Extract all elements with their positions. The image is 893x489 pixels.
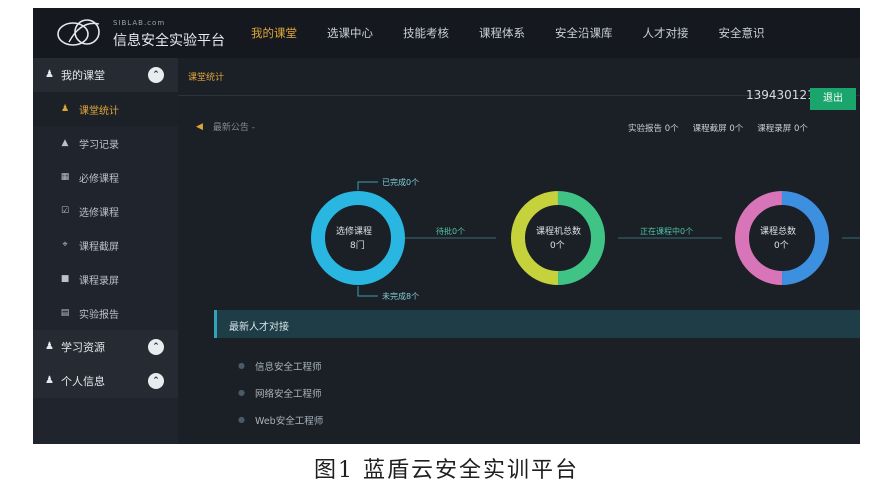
lab-report-count: 实验报告 0个	[628, 124, 679, 134]
logout-button[interactable]: 退出	[810, 88, 856, 110]
recording-count: 课程录屏 0个	[757, 124, 808, 134]
ring-label: 课程总数	[760, 225, 796, 237]
stats-chart: 待批0个 正在课程中0个 已完成0个未完成8个 选修课程 8门 课程机总数 0个 课程总数…	[311, 177, 860, 301]
breadcrumb[interactable]: 课堂统计	[188, 70, 224, 83]
sidebar-item-class-stats[interactable]: ♟ 课堂统计	[33, 92, 178, 126]
brand-logo[interactable]: SIBLAB.com 信息安全实验平台	[55, 14, 265, 54]
bullet-icon: ●	[238, 361, 245, 370]
nav-skill-assessment[interactable]: 技能考核	[403, 25, 449, 41]
figure-caption: 图1 蓝盾云安全实训平台	[314, 458, 579, 483]
connector-label: 正在课程中0个	[640, 226, 693, 236]
sidebar-group-label: 学习资源	[61, 341, 105, 354]
ring-sublabel: 0个	[774, 240, 789, 251]
chevron-up-icon[interactable]: ⌃	[148, 67, 164, 83]
sidebar-item-study-records[interactable]: ▲ 学习记录	[33, 126, 178, 160]
top-navbar: SIBLAB.com 信息安全实验平台 我的课堂 选课中心 技能考核 课程体系 …	[33, 8, 860, 58]
bullet-icon: ●	[238, 415, 245, 424]
sidebar-item-label: 选修课程	[79, 207, 119, 219]
book-icon: ▦	[60, 172, 70, 182]
user-icon: ♟	[60, 104, 70, 114]
report-icon: ▤	[60, 308, 70, 318]
sidebar-item-required-courses[interactable]: ▦ 必修课程	[33, 160, 178, 194]
nav-security-awareness[interactable]: 安全意识	[719, 25, 765, 41]
sidebar-item-label: 学习记录	[79, 139, 119, 151]
sidebar-item-label: 必修课程	[79, 173, 119, 185]
callout-line	[357, 286, 378, 297]
stats-counts: 实验报告 0个 课程截屏 0个 课程录屏 0个	[628, 122, 822, 134]
sidebar-group-personal-info[interactable]: ♟ 个人信息 ⌃	[33, 364, 178, 398]
sidebar-item-elective-courses[interactable]: ☑ 选修课程	[33, 194, 178, 228]
nav-course-system[interactable]: 课程体系	[479, 25, 525, 41]
list-item[interactable]: ● 信息安全工程师	[238, 352, 323, 379]
nav-security-library[interactable]: 安全沿课库	[555, 25, 613, 41]
talent-label: 网络安全工程师	[254, 388, 322, 400]
ring-label: 课程机总数	[536, 225, 581, 237]
sidebar-item-label: 课堂统计	[79, 105, 119, 117]
sidebar-item-lab-reports[interactable]: ▤ 实验报告	[33, 296, 178, 330]
talent-label: Web安全工程师	[254, 415, 324, 427]
ring-segment	[311, 191, 405, 285]
sidebar-item-label: 课程截屏	[79, 241, 119, 253]
user-icon: ♟	[45, 375, 54, 386]
ring-segment	[557, 191, 606, 285]
notice-text: 最新公告 -	[212, 123, 256, 133]
talent-list: ● 信息安全工程师 ● 网络安全工程师 ● Web安全工程师	[238, 352, 323, 433]
sidebar-item-course-recordings[interactable]: ■ 课程录屏	[33, 262, 178, 296]
sidebar-item-course-screenshots[interactable]: ⌖ 课程截屏	[33, 228, 178, 262]
ring-sublabel: 0个	[550, 240, 565, 251]
ring-sublabel: 8门	[350, 239, 365, 251]
sidebar-item-label: 课程录屏	[79, 275, 119, 287]
user-icon: ♟	[45, 69, 54, 80]
sidebar-group-label: 我的课堂	[61, 69, 105, 82]
nav-talent-connect[interactable]: 人才对接	[643, 25, 689, 41]
list-item[interactable]: ● Web安全工程师	[238, 406, 323, 433]
graduation-icon: ▲	[61, 138, 69, 148]
ring-label: 选修课程	[336, 225, 372, 237]
sidebar-group-label: 个人信息	[61, 375, 105, 388]
speaker-icon: ◀	[196, 121, 203, 132]
notice-bar: ◀ 最新公告 -	[196, 120, 256, 134]
sidebar-group-my-class[interactable]: ♟ 我的课堂 ⌃	[33, 58, 178, 92]
nav-my-class[interactable]: 我的课堂	[251, 25, 297, 41]
video-icon: ■	[60, 274, 70, 284]
screenshot-count: 课程截屏 0个	[692, 124, 744, 134]
ring-segment	[734, 191, 783, 285]
brand-logo-icon	[57, 19, 100, 46]
main-nav: 我的课堂 选课中心 技能考核 课程体系 安全沿课库 人才对接 安全意识	[251, 8, 795, 58]
sidebar-item-label: 实验报告	[79, 309, 119, 321]
talent-label: 信息安全工程师	[254, 361, 322, 373]
section-header: 最新人才对接	[214, 310, 860, 338]
chevron-up-icon[interactable]: ⌃	[148, 339, 164, 355]
connector-label: 待批0个	[436, 226, 465, 236]
crop-icon: ⌖	[62, 240, 68, 250]
sidebar-group-study-resources[interactable]: ♟ 学习资源 ⌃	[33, 330, 178, 364]
ring-callout: 已完成0个	[382, 177, 419, 187]
sidebar: ♟ 我的课堂 ⌃ ♟ 课堂统计 ▲ 学习记录 ▦ 必修课程 ☑ 选修课程 ⌖ 课…	[33, 58, 178, 444]
callout-line	[357, 181, 378, 190]
brand-domain: SIBLAB.com	[113, 19, 166, 27]
nav-course-center[interactable]: 选课中心	[327, 25, 373, 41]
ring-segment	[510, 191, 559, 285]
main-content: 课堂统计 1394301218 退出 ◀ 最新公告 - 实验报告 0个 课程截屏…	[178, 58, 860, 444]
bullet-icon: ●	[238, 388, 245, 397]
user-icon: ♟	[45, 341, 54, 352]
ring-callout: 未完成8个	[382, 291, 419, 301]
list-item[interactable]: ● 网络安全工程师	[238, 379, 323, 406]
chevron-up-icon[interactable]: ⌃	[148, 373, 164, 389]
section-title: 最新人才对接	[229, 322, 289, 333]
ring-segment	[781, 191, 830, 285]
brand-name: 信息安全实验平台	[113, 33, 225, 49]
app-window: SIBLAB.com 信息安全实验平台 我的课堂 选课中心 技能考核 课程体系 …	[33, 8, 860, 444]
check-icon: ☑	[60, 206, 70, 216]
